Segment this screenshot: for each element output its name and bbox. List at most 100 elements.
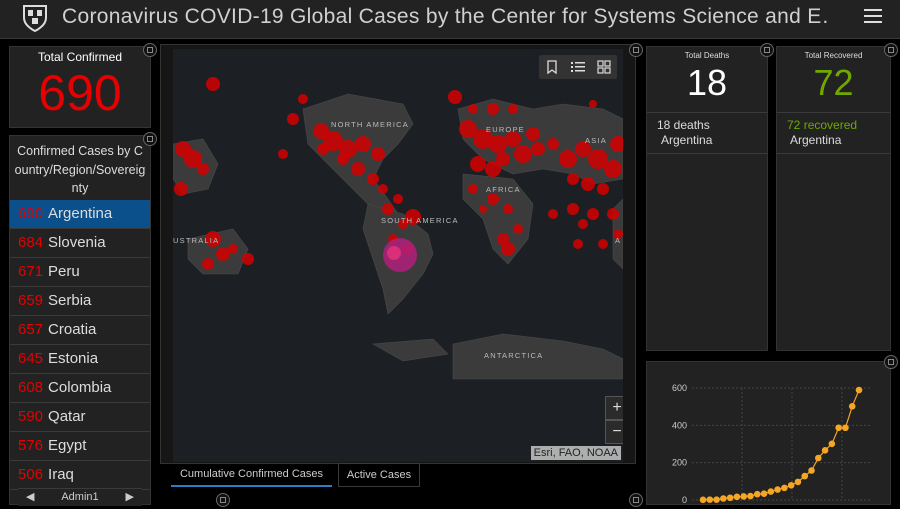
case-marker[interactable] — [597, 183, 609, 195]
case-marker[interactable] — [470, 156, 486, 172]
chart-data-point[interactable] — [753, 490, 761, 498]
case-marker[interactable] — [531, 142, 545, 156]
country-list-item[interactable]: 590 Qatar — [10, 403, 150, 432]
chart-data-point[interactable] — [835, 424, 842, 432]
case-marker[interactable] — [378, 184, 388, 194]
case-marker[interactable] — [503, 204, 513, 214]
case-marker[interactable] — [567, 173, 579, 185]
case-marker[interactable] — [581, 177, 595, 191]
chart-data-point[interactable] — [821, 447, 829, 454]
expand-icon[interactable] — [143, 132, 157, 146]
case-marker[interactable] — [526, 127, 540, 141]
case-marker[interactable] — [489, 135, 507, 153]
case-marker[interactable] — [548, 209, 558, 219]
country-list-item[interactable]: 671 Peru — [10, 258, 150, 287]
basemap-gallery-icon[interactable] — [591, 55, 617, 79]
case-marker[interactable] — [501, 242, 515, 256]
case-marker[interactable] — [496, 152, 510, 166]
case-marker[interactable] — [598, 239, 608, 249]
case-marker[interactable] — [514, 145, 532, 163]
case-marker[interactable] — [367, 173, 379, 185]
chart-data-point[interactable] — [828, 440, 836, 448]
chart-data-point[interactable] — [706, 496, 714, 503]
case-marker[interactable] — [468, 104, 478, 114]
expand-icon[interactable] — [884, 355, 898, 369]
country-list-item[interactable]: 684 Slovenia — [10, 229, 150, 258]
case-marker[interactable] — [242, 253, 254, 265]
case-marker[interactable] — [197, 163, 209, 175]
country-list-item[interactable]: 659 Serbia — [10, 287, 150, 316]
expand-icon[interactable] — [884, 43, 898, 57]
chart-data-point[interactable] — [848, 402, 856, 410]
case-marker[interactable] — [206, 77, 220, 91]
country-list-item[interactable]: 657 Croatia — [10, 316, 150, 345]
chevron-right-icon[interactable]: ▶ — [126, 489, 134, 506]
chart-data-point[interactable] — [713, 496, 720, 503]
tab-cumulative-confirmed[interactable]: Cumulative Confirmed Cases — [171, 463, 332, 487]
chart-data-point[interactable] — [815, 454, 822, 462]
chart-data-point[interactable] — [720, 495, 727, 502]
case-marker[interactable] — [547, 138, 559, 150]
case-marker[interactable] — [298, 94, 308, 104]
chart-data-point[interactable] — [787, 481, 795, 489]
case-marker[interactable] — [567, 203, 579, 215]
tab-active-cases[interactable]: Active Cases — [338, 463, 420, 487]
case-marker[interactable] — [559, 150, 577, 168]
case-marker[interactable] — [448, 90, 462, 104]
case-marker[interactable] — [607, 208, 619, 220]
case-marker[interactable] — [393, 194, 403, 204]
case-marker[interactable] — [216, 247, 230, 261]
expand-icon[interactable] — [143, 43, 157, 57]
case-marker[interactable] — [228, 244, 238, 254]
case-marker[interactable] — [587, 208, 599, 220]
country-list-item[interactable]: 608 Colombia — [10, 374, 150, 403]
chart-data-point[interactable] — [726, 494, 734, 502]
case-marker[interactable] — [589, 100, 597, 108]
hamburger-menu-icon[interactable] — [864, 9, 882, 25]
case-marker[interactable] — [355, 136, 371, 152]
case-marker[interactable] — [578, 219, 588, 229]
case-marker[interactable] — [287, 113, 299, 125]
case-marker[interactable] — [337, 153, 349, 165]
case-marker[interactable] — [604, 160, 622, 178]
case-marker[interactable] — [174, 182, 188, 196]
bookmark-icon[interactable] — [539, 55, 565, 79]
case-marker[interactable] — [513, 224, 523, 234]
case-marker[interactable] — [371, 147, 385, 161]
case-marker[interactable] — [468, 184, 478, 194]
chart-data-point[interactable] — [740, 493, 747, 500]
zoom-in-button[interactable]: + — [605, 396, 623, 420]
chart-data-point[interactable] — [747, 492, 754, 500]
expand-icon[interactable] — [629, 43, 643, 57]
case-marker[interactable] — [382, 203, 394, 215]
chart-data-point[interactable] — [855, 386, 863, 394]
case-marker[interactable] — [487, 103, 499, 115]
chart-data-point[interactable] — [808, 467, 815, 474]
chart-data-point[interactable] — [842, 424, 849, 432]
chart-data-point[interactable] — [794, 478, 802, 486]
chart-data-point[interactable] — [774, 486, 781, 493]
case-marker[interactable] — [508, 104, 518, 114]
chart-data-point[interactable] — [760, 490, 768, 497]
country-list-item[interactable]: 506 Iraq — [10, 461, 150, 490]
map-view[interactable]: NORTH AMERICA EUROPE ASIA AFRICA SOUTH A… — [173, 49, 623, 462]
chart-data-point[interactable] — [801, 472, 809, 480]
zoom-out-button[interactable]: − — [605, 420, 623, 444]
country-list-item[interactable]: 690 Argentina — [10, 200, 150, 229]
chevron-left-icon[interactable]: ◀ — [26, 489, 34, 506]
chart-data-point[interactable] — [733, 493, 741, 501]
chart-data-point[interactable] — [767, 488, 775, 495]
chart-data-point[interactable] — [699, 496, 707, 504]
country-list-item[interactable]: 645 Estonia — [10, 345, 150, 374]
case-marker[interactable] — [317, 143, 329, 155]
case-marker[interactable] — [278, 149, 288, 159]
case-marker[interactable] — [479, 205, 487, 213]
expand-icon[interactable] — [760, 43, 774, 57]
country-list-item[interactable]: 576 Egypt — [10, 432, 150, 461]
legend-list-icon[interactable] — [565, 55, 591, 79]
chart-data-point[interactable] — [781, 484, 788, 492]
case-marker[interactable] — [573, 239, 583, 249]
case-marker[interactable] — [202, 258, 214, 270]
case-marker[interactable] — [487, 193, 499, 205]
case-marker[interactable] — [351, 162, 365, 176]
